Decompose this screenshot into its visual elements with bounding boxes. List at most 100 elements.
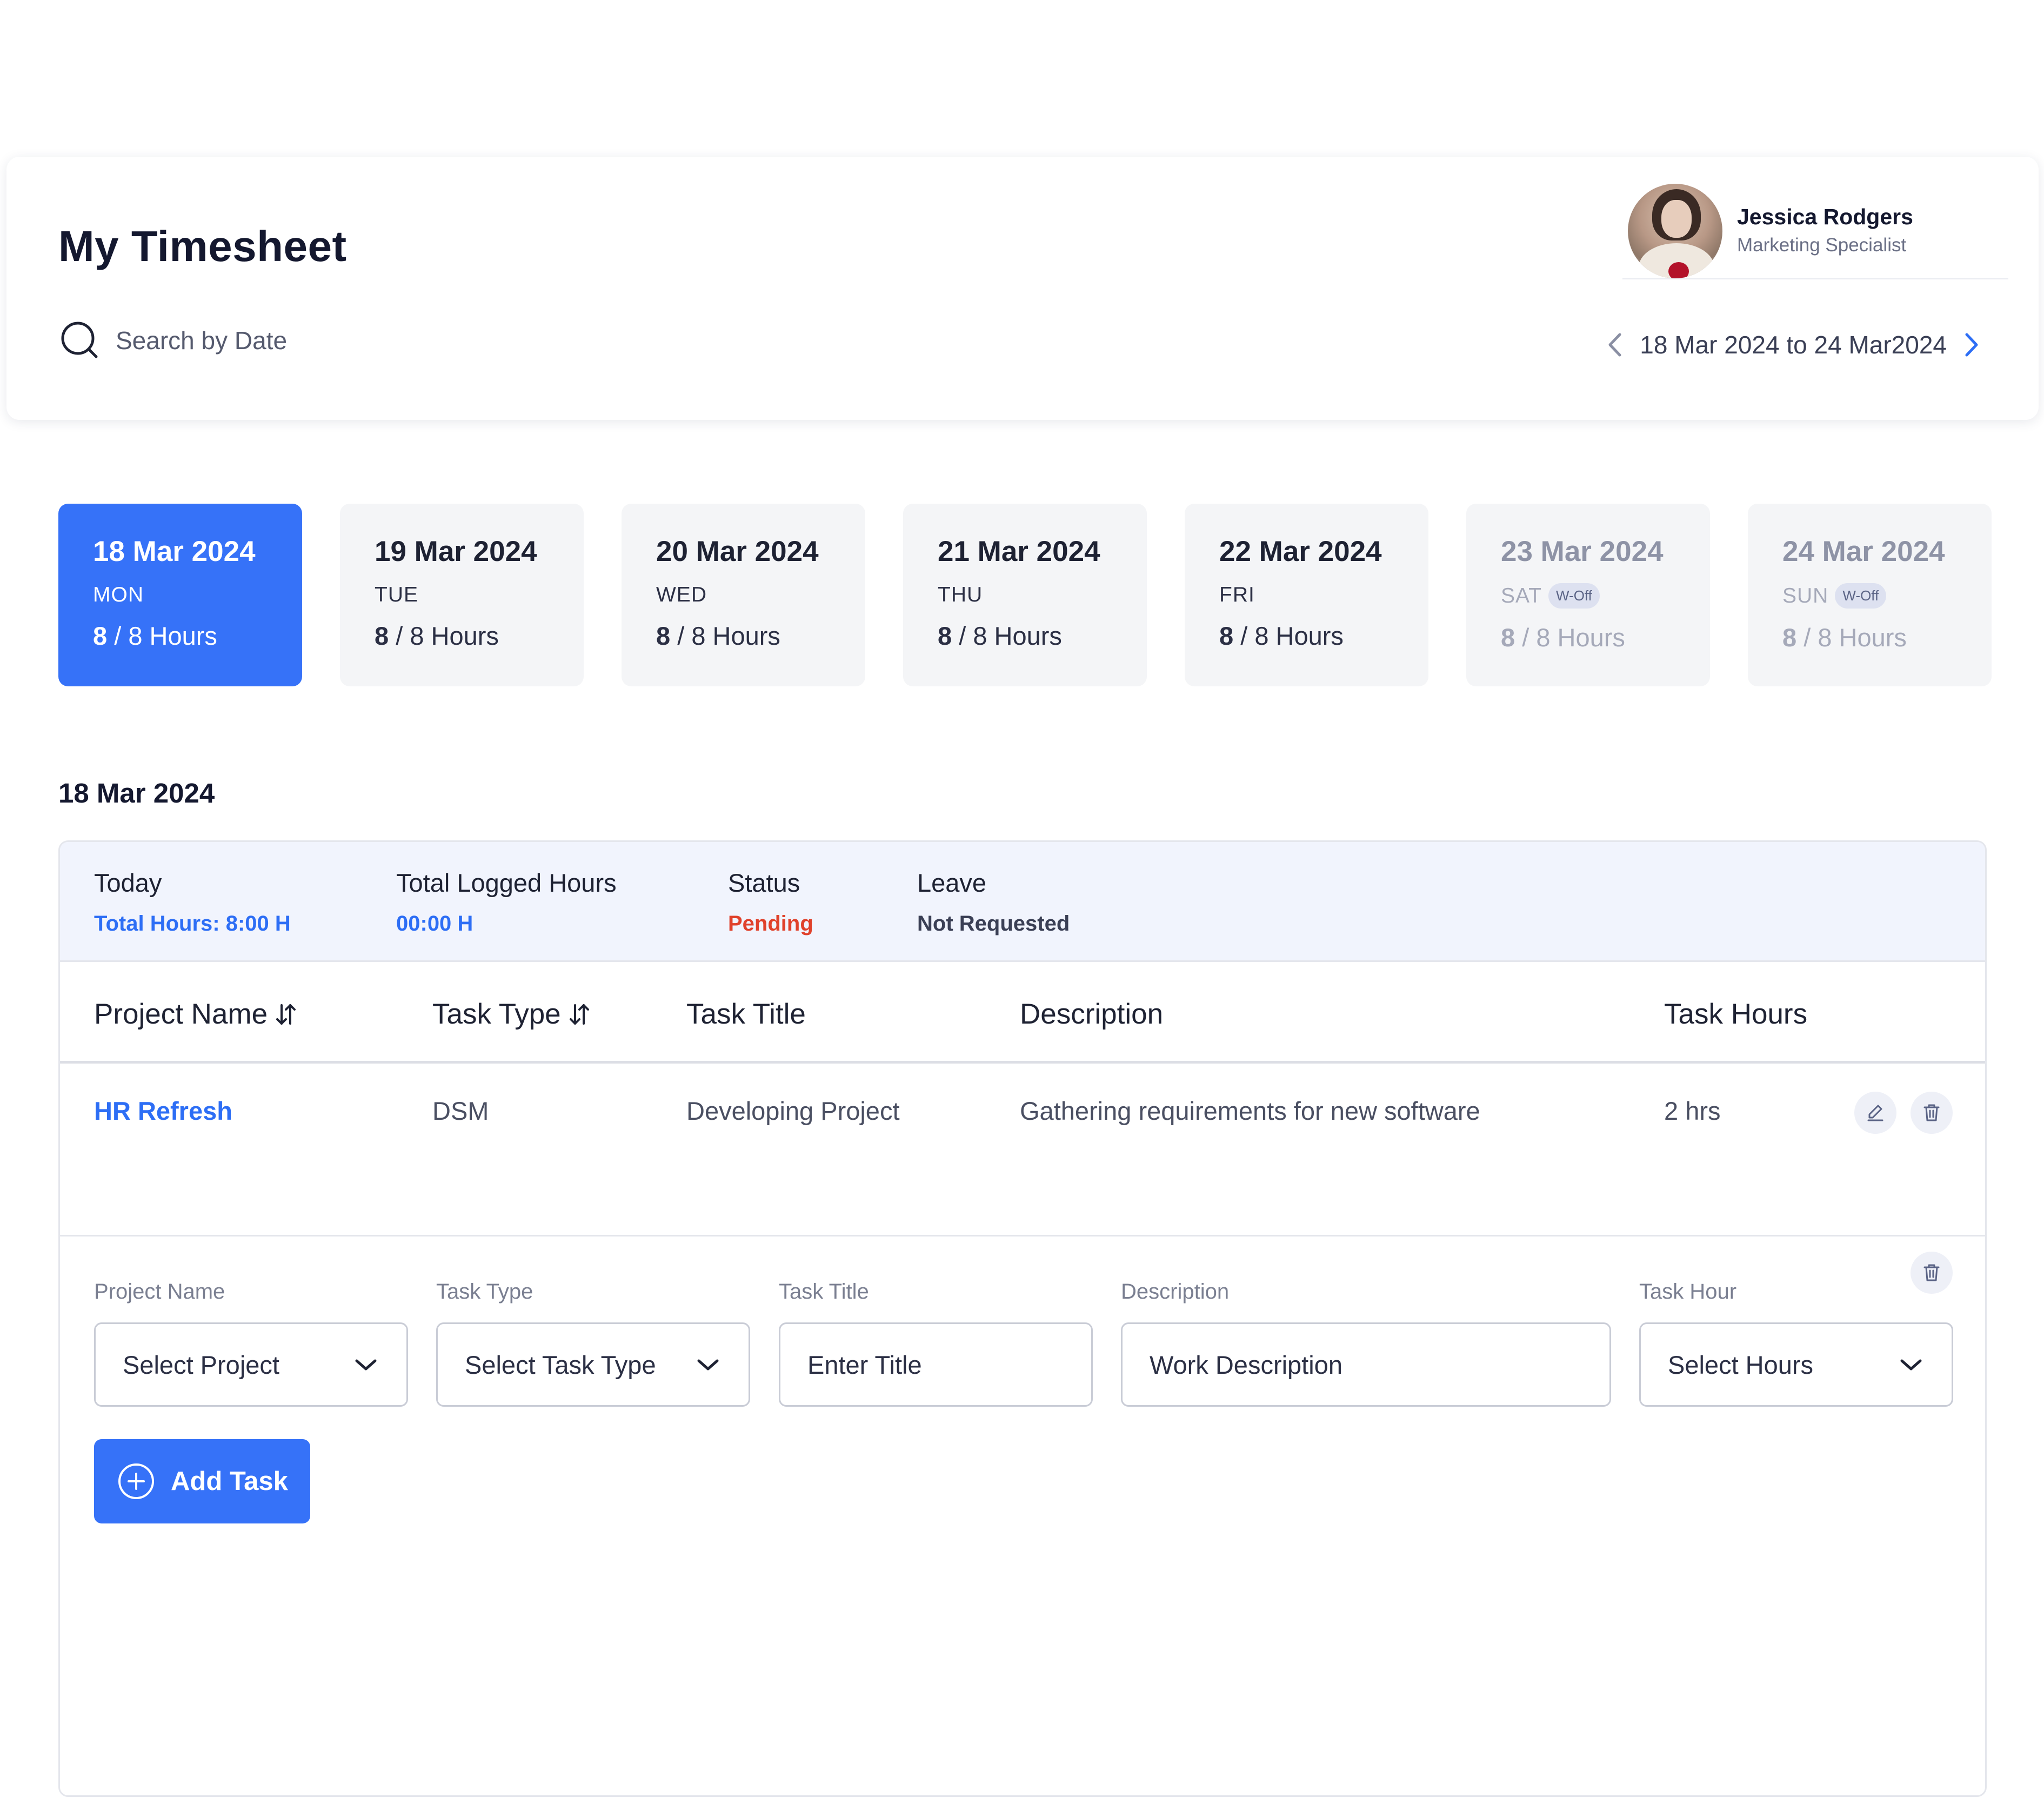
day-hours: 8 / 8 Hours — [1219, 621, 1428, 651]
description-input[interactable]: Work Description — [1121, 1322, 1611, 1407]
summary-leave-label: Leave — [917, 868, 987, 897]
add-task-button[interactable]: Add Task — [94, 1439, 310, 1523]
task-title-input[interactable]: Enter Title — [779, 1322, 1093, 1407]
column-task-title: Task Title — [686, 998, 806, 1030]
day-summary: Today Total Hours: 8:00 H Total Logged H… — [60, 842, 1985, 962]
title-field-label: Task Title — [779, 1280, 869, 1304]
delete-button[interactable] — [1911, 1092, 1953, 1134]
summary-today: Today Total Hours: 8:00 H — [94, 868, 291, 936]
day-weekday: TUE — [375, 583, 584, 607]
user-role: Marketing Specialist — [1737, 235, 1907, 256]
summary-status-label: Status — [728, 868, 800, 897]
sort-icon[interactable] — [275, 1002, 297, 1027]
day-hours-logged: 8 — [1782, 623, 1797, 652]
task-title-placeholder: Enter Title — [807, 1350, 922, 1379]
day-selector: 18 Mar 2024 MON 8 / 8 Hours 19 Mar 2024 TUE 8… — [58, 504, 1992, 686]
day-hours-total: / 8 Hours — [1240, 621, 1344, 650]
day-hours-total: / 8 Hours — [396, 621, 499, 650]
user-profile[interactable]: Jessica Rodgers Marketing Specialist — [1622, 184, 2008, 279]
status-badge: Pending — [728, 912, 813, 935]
weekly-off-badge: W-Off — [1835, 583, 1887, 609]
day-weekday: SAT W-Off — [1501, 583, 1710, 609]
day-card[interactable]: 20 Mar 2024 WED 8 / 8 Hours — [622, 504, 865, 686]
day-date: 24 Mar 2024 — [1782, 536, 1945, 567]
day-weekday: SUN W-Off — [1782, 583, 1992, 609]
summary-logged: Total Logged Hours 00:00 H — [396, 868, 617, 936]
remove-form-button[interactable] — [1911, 1252, 1953, 1294]
description-placeholder: Work Description — [1150, 1350, 1342, 1379]
search-icon — [61, 322, 98, 358]
chevron-right-icon — [1965, 333, 1978, 357]
hours-field-label: Task Hour — [1639, 1280, 1737, 1304]
day-hours: 8 / 8 Hours — [1782, 623, 1992, 652]
row-task-type: DSM — [432, 1097, 489, 1125]
day-weekday-label: FRI — [1219, 583, 1255, 606]
search-bar[interactable]: Search by Date — [58, 319, 287, 362]
chevron-down-icon — [355, 1359, 377, 1371]
day-date: 21 Mar 2024 — [938, 536, 1100, 567]
search-input[interactable]: Search by Date — [116, 326, 287, 355]
day-hours-logged: 8 — [1219, 621, 1234, 650]
day-card[interactable]: 22 Mar 2024 FRI 8 / 8 Hours — [1185, 504, 1428, 686]
sort-icon[interactable] — [569, 1002, 590, 1027]
day-card[interactable]: 24 Mar 2024 SUN W-Off 8 / 8 Hours — [1748, 504, 1992, 686]
project-select[interactable]: Select Project — [94, 1322, 408, 1407]
date-range-label: 18 Mar 2024 to 24 Mar2024 — [1640, 331, 1947, 359]
task-type-select[interactable]: Select Task Type — [436, 1322, 750, 1407]
chevron-left-icon — [1608, 333, 1621, 357]
column-task-hours: Task Hours — [1664, 998, 1808, 1030]
description-field-label: Description — [1121, 1280, 1230, 1304]
day-weekday-label: SUN — [1782, 584, 1829, 607]
day-hours-total: / 8 Hours — [114, 621, 217, 650]
column-project-name[interactable]: Project Name — [94, 998, 297, 1031]
user-name: Jessica Rodgers — [1737, 204, 1913, 229]
summary-today-label: Today — [94, 868, 162, 897]
column-description: Description — [1020, 998, 1164, 1030]
day-date: 19 Mar 2024 — [375, 536, 537, 567]
summary-today-value: Total Hours: 8:00 H — [94, 912, 291, 935]
day-weekday-label: THU — [938, 583, 983, 606]
add-task-label: Add Task — [171, 1467, 288, 1496]
summary-status: Status Pending — [728, 868, 813, 936]
summary-leave-value: Not Requested — [917, 912, 1070, 935]
day-weekday: THU — [938, 583, 1147, 607]
day-hours-logged: 8 — [1501, 623, 1515, 652]
day-hours-logged: 8 — [375, 621, 389, 650]
day-date: 22 Mar 2024 — [1219, 536, 1382, 567]
prev-week-button[interactable] — [1602, 330, 1628, 360]
day-hours-logged: 8 — [93, 621, 108, 650]
day-weekday: WED — [656, 583, 865, 607]
next-week-button[interactable] — [1959, 330, 1985, 360]
column-task-type[interactable]: Task Type — [432, 998, 590, 1031]
summary-leave: Leave Not Requested — [917, 868, 1070, 936]
day-card[interactable]: 23 Mar 2024 SAT W-Off 8 / 8 Hours — [1466, 504, 1710, 686]
plus-circle-icon — [118, 1463, 154, 1499]
header-card: My Timesheet Search by Date Jessica Rodg… — [6, 157, 2039, 420]
summary-logged-label: Total Logged Hours — [396, 868, 617, 897]
avatar[interactable] — [1628, 184, 1722, 278]
edit-button[interactable] — [1854, 1092, 1896, 1134]
day-date: 23 Mar 2024 — [1501, 536, 1664, 567]
day-hours: 8 / 8 Hours — [656, 621, 865, 651]
hours-select[interactable]: Select Hours — [1639, 1322, 1953, 1407]
page-title: My Timesheet — [58, 222, 347, 270]
day-hours-total: / 8 Hours — [1803, 623, 1907, 652]
day-hours-total: / 8 Hours — [677, 621, 780, 650]
day-card[interactable]: 19 Mar 2024 TUE 8 / 8 Hours — [340, 504, 584, 686]
day-hours: 8 / 8 Hours — [93, 621, 302, 651]
day-card[interactable]: 18 Mar 2024 MON 8 / 8 Hours — [58, 504, 302, 686]
day-hours: 8 / 8 Hours — [938, 621, 1147, 651]
day-hours-logged: 8 — [938, 621, 952, 650]
summary-logged-value: 00:00 H — [396, 912, 473, 935]
day-weekday-label: SAT — [1501, 584, 1542, 607]
day-weekday-label: WED — [656, 583, 707, 606]
type-field-label: Task Type — [436, 1280, 533, 1304]
row-description: Gathering requirements for new software — [1020, 1097, 1480, 1125]
trash-icon — [1923, 1264, 1940, 1281]
chevron-down-icon — [1900, 1359, 1922, 1371]
day-card[interactable]: 21 Mar 2024 THU 8 / 8 Hours — [903, 504, 1147, 686]
timesheet-panel: Today Total Hours: 8:00 H Total Logged H… — [58, 840, 1987, 1797]
trash-icon — [1923, 1104, 1940, 1121]
row-project-link[interactable]: HR Refresh — [94, 1096, 232, 1126]
day-hours-logged: 8 — [656, 621, 671, 650]
